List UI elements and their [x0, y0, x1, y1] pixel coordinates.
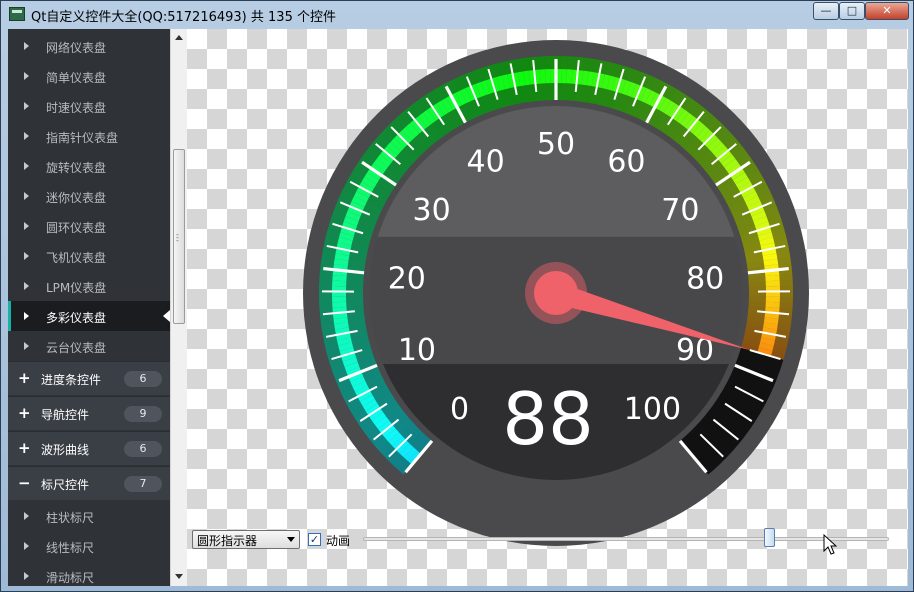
grip-icon: ---: [176, 230, 179, 245]
sidebar-item[interactable]: 网络仪表盘: [8, 31, 170, 61]
sidebar-item-label: 多彩仪表盘: [46, 311, 107, 325]
sidebar-item[interactable]: 柱状标尺: [8, 501, 170, 531]
gauge-scale-label: 20: [388, 261, 426, 296]
sidebar-nav: 网络仪表盘简单仪表盘时速仪表盘指南针仪表盘 旋转仪表盘迷你仪表盘圆环仪表盘飞机仪表…: [8, 29, 170, 586]
scroll-up-arrow-icon[interactable]: [175, 35, 183, 40]
value-slider-track[interactable]: [363, 537, 889, 541]
count-badge: 7: [124, 476, 162, 492]
maximize-button[interactable]: □: [839, 2, 865, 20]
expand-toggle-icon: +: [18, 439, 31, 457]
gauge-scale-label: 50: [537, 127, 575, 162]
sidebar-item[interactable]: 旋转仪表盘: [8, 151, 170, 181]
gauge-canvas: 0 10 20 30 40 50 60 70 80 90 100 88: [187, 29, 908, 586]
caret-right-icon: [24, 512, 29, 520]
close-button[interactable]: ✕: [865, 2, 909, 20]
app-icon: [9, 7, 25, 21]
sidebar-item-label: 迷你仪表盘: [46, 191, 107, 205]
gauge-scale-label: 10: [398, 333, 436, 368]
sidebar-item-label: 网络仪表盘: [46, 41, 107, 55]
sidebar-item[interactable]: 简单仪表盘: [8, 61, 170, 91]
expand-toggle-icon: −: [18, 474, 31, 492]
colorful-gauge: 0102030405060708090100: [303, 40, 809, 546]
sidebar-item-label: 圆环仪表盘: [46, 221, 107, 235]
sidebar-item[interactable]: 时速仪表盘: [8, 91, 170, 121]
sidebar-group-label: 波形曲线: [41, 443, 90, 457]
sidebar-item-label: 简单仪表盘: [46, 71, 107, 85]
expand-toggle-icon: +: [18, 404, 31, 422]
sidebar-group-label: 进度条控件: [41, 373, 102, 387]
sidebar-item-label: 云台仪表盘: [46, 341, 107, 355]
animation-checkbox[interactable]: ✓: [308, 533, 321, 546]
window-title: Qt自定义控件大全(QQ:517216493) 共 135 个控件: [31, 10, 336, 25]
sidebar-item[interactable]: 飞机仪表盘: [8, 241, 170, 271]
pointer-hub: [534, 271, 578, 315]
caret-right-icon: [24, 72, 29, 80]
gauge-value-label: 88: [502, 377, 594, 461]
sidebar-item[interactable]: LPM仪表盘: [8, 271, 170, 301]
gauge-scale-label: 0: [450, 392, 469, 427]
gauge-scale-label: 30: [413, 193, 451, 228]
gauge-scale-label: 40: [466, 145, 504, 180]
sidebar-item[interactable]: 圆环仪表盘: [8, 211, 170, 241]
sidebar-group-label: 导航控件: [41, 408, 90, 422]
caret-right-icon: [24, 572, 29, 580]
caret-right-icon: [24, 542, 29, 550]
sidebar-group-label: 标尺控件: [41, 478, 90, 492]
caret-right-icon: [24, 282, 29, 290]
client-area: 网络仪表盘简单仪表盘时速仪表盘指南针仪表盘 旋转仪表盘迷你仪表盘圆环仪表盘飞机仪表…: [8, 29, 908, 586]
gauge-scale-label: 60: [607, 145, 645, 180]
sidebar-group[interactable]: + 进度条控件 6: [8, 361, 170, 395]
caret-right-icon: [24, 132, 29, 140]
count-badge: 9: [124, 406, 162, 422]
sidebar-item[interactable]: 指南针仪表盘: [8, 121, 170, 151]
sidebar-item-label: 线性标尺: [46, 541, 95, 555]
caret-right-icon: [24, 162, 29, 170]
sidebar-group[interactable]: + 导航控件 9: [8, 396, 170, 430]
selected-indicator-icon: [163, 310, 170, 322]
count-badge: 6: [124, 441, 162, 457]
pointer-style-value: 圆形指示器: [197, 534, 258, 548]
sidebar-item[interactable]: 云台仪表盘: [8, 331, 170, 361]
sidebar-group[interactable]: + 波形曲线 6: [8, 431, 170, 465]
gauge-scale-label: 100: [624, 392, 681, 427]
sidebar-scrollbar[interactable]: ---: [170, 29, 187, 586]
minimize-button[interactable]: —: [813, 2, 839, 20]
sidebar-item-label: 飞机仪表盘: [46, 251, 107, 265]
caret-right-icon: [24, 42, 29, 50]
sidebar-item-label: 时速仪表盘: [46, 101, 107, 115]
caret-right-icon: [24, 102, 29, 110]
count-badge: 6: [124, 371, 162, 387]
sidebar-item-label: LPM仪表盘: [46, 281, 107, 295]
animation-label: 动画: [326, 534, 351, 548]
caret-right-icon: [24, 222, 29, 230]
sidebar-item-label: 柱状标尺: [46, 511, 95, 525]
caret-right-icon: [24, 342, 29, 350]
app-window: Qt自定义控件大全(QQ:517216493) 共 135 个控件 — □ ✕ …: [0, 0, 914, 592]
caret-right-icon: [24, 252, 29, 260]
title-bar[interactable]: Qt自定义控件大全(QQ:517216493) 共 135 个控件 — □ ✕: [1, 1, 913, 28]
value-slider-thumb[interactable]: [764, 528, 775, 547]
sidebar-item[interactable]: 多彩仪表盘: [8, 301, 170, 331]
sidebar-item-label: 滑动标尺: [46, 571, 95, 585]
scroll-thumb[interactable]: ---: [173, 149, 185, 324]
sidebar-item[interactable]: 迷你仪表盘: [8, 181, 170, 211]
pointer-style-combo[interactable]: 圆形指示器: [192, 530, 300, 549]
sidebar-item-label: 指南针仪表盘: [46, 131, 119, 145]
caret-right-icon: [24, 312, 29, 320]
chevron-down-icon: [287, 537, 295, 542]
sidebar-item[interactable]: 滑动标尺: [8, 561, 170, 586]
sidebar-item-label: 旋转仪表盘: [46, 161, 107, 175]
expand-toggle-icon: +: [18, 369, 31, 387]
scroll-down-arrow-icon[interactable]: [175, 574, 183, 579]
sidebar-item[interactable]: 线性标尺: [8, 531, 170, 561]
mouse-cursor-icon: [823, 534, 837, 555]
gauge-scale-label: 80: [686, 261, 724, 296]
sidebar-group[interactable]: − 标尺控件 7: [8, 466, 170, 500]
gauge-scale-label: 70: [661, 193, 699, 228]
caret-right-icon: [24, 192, 29, 200]
